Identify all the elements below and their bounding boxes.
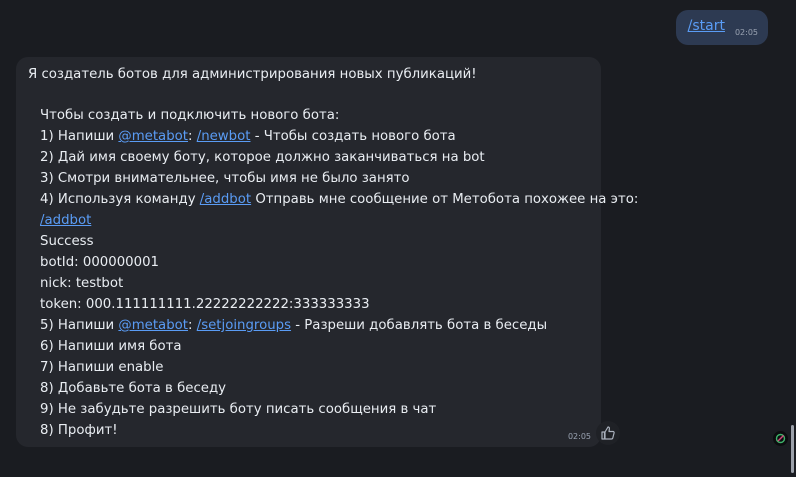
text: 3) Смотри внимательнее, чтобы имя не был…: [40, 171, 410, 186]
message-line: 1) Напиши @metabot: /newbot - Чтобы созд…: [40, 129, 456, 145]
text: Отправь мне сообщение от Метобота похоже…: [251, 192, 639, 207]
addbot-command-link[interactable]: /addbot: [200, 192, 251, 207]
message-time: 02:05: [567, 432, 591, 441]
text: 7) Напиши enable: [40, 360, 164, 375]
start-command-link[interactable]: /start: [688, 18, 725, 34]
like-button[interactable]: [596, 421, 620, 445]
message-line: 9) Не забудьте разрешить боту писать соо…: [40, 402, 436, 418]
metabot-mention-link[interactable]: @metabot: [118, 318, 188, 333]
app-badge-icon[interactable]: [773, 431, 788, 446]
text: :: [188, 129, 197, 144]
thumbs-up-icon: [601, 426, 615, 440]
message-line: 5) Напиши @metabot: /setjoingroups - Раз…: [40, 318, 547, 334]
text: :: [188, 318, 197, 333]
text: 2) Дай имя своему боту, которое должно з…: [40, 150, 485, 165]
text: 6) Напиши имя бота: [40, 339, 182, 354]
addbot-command-link[interactable]: /addbot: [40, 213, 91, 228]
message-line: 8) Добавьте бота в беседу: [40, 381, 226, 397]
message-time: 02:05: [734, 28, 758, 37]
message-line: 2) Дай имя своему боту, которое должно з…: [40, 150, 485, 166]
metabot-mention-link[interactable]: @metabot: [118, 129, 188, 144]
outgoing-message[interactable]: /start 02:05: [675, 10, 768, 45]
text: 4) Используя команду: [40, 192, 200, 207]
text: 8) Профит!: [40, 423, 118, 438]
text: nick: testbot: [40, 276, 124, 291]
text: Я создатель ботов для администрирования …: [28, 67, 477, 82]
message-line: botId: 000000001: [40, 255, 159, 271]
text: 9) Не забудьте разрешить боту писать соо…: [40, 402, 437, 417]
message-line: 3) Смотри внимательнее, чтобы имя не был…: [40, 171, 410, 187]
text: Success: [40, 234, 94, 249]
message-line: Success: [40, 234, 94, 250]
message-line: 8) Профит!: [40, 423, 118, 439]
message-line: 6) Напиши имя бота: [40, 339, 182, 355]
text: - Разреши добавлять бота в беседы: [291, 318, 548, 333]
message-line: Я создатель ботов для администрирования …: [28, 67, 477, 83]
text: botId: 000000001: [40, 255, 159, 270]
setjoingroups-command-link[interactable]: /setjoingroups: [197, 318, 291, 333]
message-line: 4) Используя команду /addbot Отправь мне…: [40, 192, 638, 208]
text: - Чтобы создать нового бота: [250, 129, 456, 144]
text: 1) Напиши: [40, 129, 119, 144]
text: 8) Добавьте бота в беседу: [40, 381, 227, 396]
message-line: Чтобы создать и подключить нового бота:: [40, 108, 339, 124]
text: 5) Напиши: [40, 318, 119, 333]
incoming-message[interactable]: Я создатель ботов для администрирования …: [16, 57, 638, 447]
message-line: 7) Напиши enable: [40, 360, 163, 376]
message-line: /addbot: [40, 213, 91, 229]
scrollbar-thumb[interactable]: [791, 425, 794, 473]
text: Чтобы создать и подключить нового бота:: [40, 108, 340, 123]
badge-glyph: [775, 433, 786, 444]
message-line: nick: testbot: [40, 276, 123, 292]
newbot-command-link[interactable]: /newbot: [197, 129, 251, 144]
message-line: token: 000.111111111.22222222222:3333333…: [40, 297, 370, 313]
chat-area: /start 02:05 Я создатель ботов для админ…: [0, 0, 796, 477]
text: token: 000.111111111.22222222222:3333333…: [40, 297, 370, 312]
